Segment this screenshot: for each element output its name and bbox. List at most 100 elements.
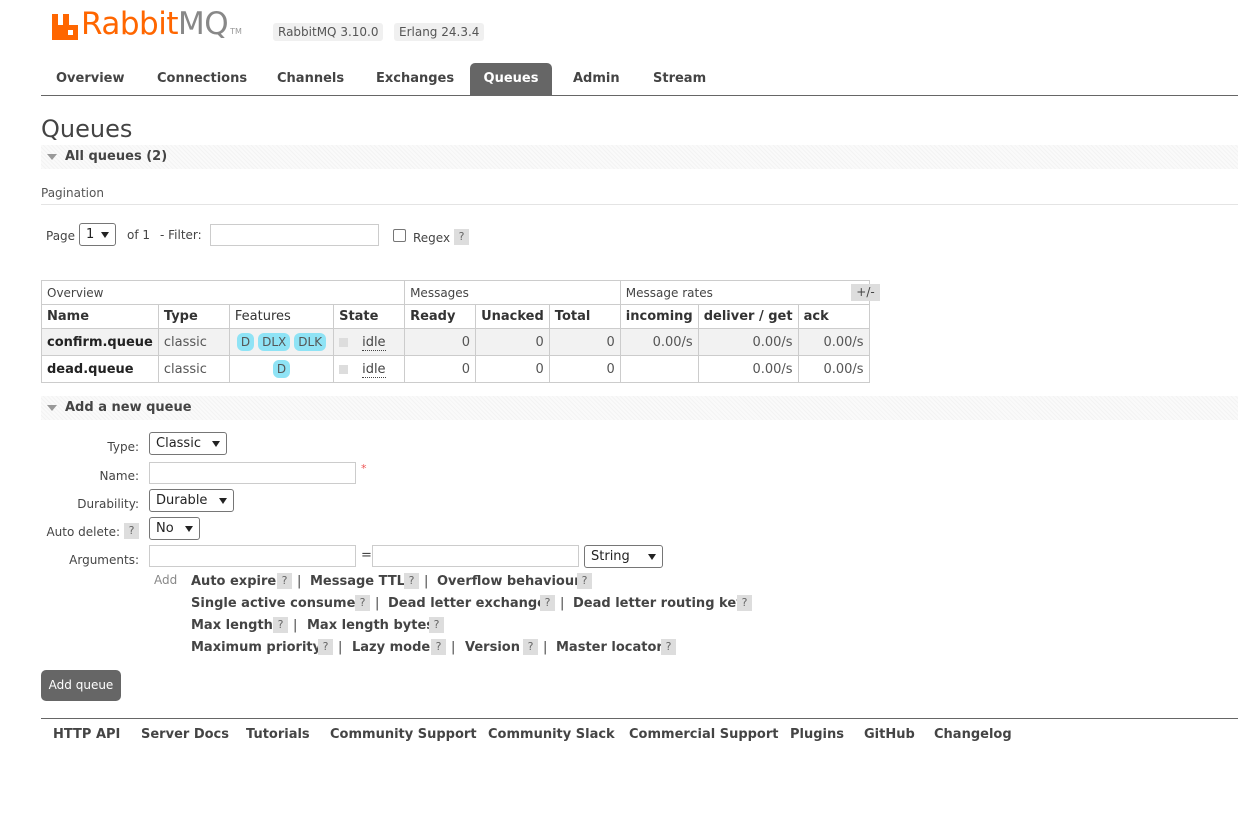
argument-type-select[interactable]: String — [584, 545, 663, 568]
dead-letter-routing-key-help-icon[interactable]: ? — [737, 595, 752, 611]
queue-incoming-rate — [619, 355, 699, 383]
footer-link-http-api[interactable]: HTTP API — [53, 727, 120, 742]
footer-link-community-support[interactable]: Community Support — [330, 727, 477, 742]
durability-select[interactable]: Durable — [149, 489, 234, 512]
option-lazy-mode[interactable]: Lazy mode — [352, 640, 430, 655]
table-row[interactable]: dead.queue classic D idle 0 0 0 0.00/s 0… — [41, 355, 870, 383]
option-maximum-priority[interactable]: Maximum priority — [191, 640, 321, 655]
col-state[interactable]: State — [333, 304, 406, 329]
option-master-locator[interactable]: Master locator — [556, 640, 663, 655]
regex-checkbox[interactable] — [393, 229, 406, 242]
footer-link-plugins[interactable]: Plugins — [790, 727, 844, 742]
tab-exchanges[interactable]: Exchanges — [364, 63, 466, 95]
queue-features: D DLX DLK — [228, 328, 335, 356]
auto-expire-help-icon[interactable]: ? — [277, 573, 292, 589]
table-row[interactable]: confirm.queue classic D DLX DLK idle 0 0 0… — [41, 328, 870, 356]
logo-trademark: TM — [230, 27, 242, 36]
option-max-length[interactable]: Max length — [191, 618, 273, 633]
auto-delete-select[interactable]: No — [149, 517, 200, 540]
erlang-version-badge: Erlang 24.3.4 — [394, 23, 485, 41]
footer-link-changelog[interactable]: Changelog — [934, 727, 1012, 742]
queue-name-link[interactable]: dead.queue — [41, 355, 159, 383]
filter-input[interactable] — [210, 224, 379, 246]
tab-stream[interactable]: Stream — [641, 63, 718, 95]
max-length-help-icon[interactable]: ? — [273, 617, 288, 633]
master-locator-help-icon[interactable]: ? — [661, 639, 676, 655]
queue-ack-rate: 0.00/s — [797, 328, 870, 356]
queue-name-link[interactable]: confirm.queue — [41, 328, 159, 356]
footer-link-community-slack[interactable]: Community Slack — [488, 727, 615, 742]
argument-key-input[interactable] — [149, 545, 356, 567]
main-nav-tabs: Overview Connections Channels Exchanges … — [41, 63, 1238, 96]
option-single-active-consumer[interactable]: Single active consumer — [191, 596, 362, 611]
tab-admin[interactable]: Admin — [561, 63, 632, 95]
page-select[interactable]: 1 — [79, 223, 116, 246]
queues-table: Overview Messages Message rates Name Typ… — [40, 280, 870, 383]
argument-value-input[interactable] — [372, 545, 579, 567]
separator: | — [424, 574, 429, 589]
type-label: Type: — [107, 440, 139, 454]
col-name[interactable]: Name — [41, 304, 159, 329]
col-unacked[interactable]: Unacked — [475, 304, 550, 329]
separator: | — [375, 596, 380, 611]
single-active-consumer-help-icon[interactable]: ? — [355, 595, 370, 611]
all-queues-section-toggle[interactable]: All queues (2) — [41, 145, 1238, 169]
group-header-message-rates: Message rates — [619, 280, 870, 305]
queue-deliver-get-rate: 0.00/s — [697, 328, 799, 356]
option-dead-letter-exchange[interactable]: Dead letter exchange — [388, 596, 546, 611]
regex-help-icon[interactable]: ? — [454, 229, 469, 245]
option-auto-expire[interactable]: Auto expire — [191, 574, 276, 589]
collapse-triangle-icon — [47, 404, 57, 411]
lazy-mode-help-icon[interactable]: ? — [431, 639, 446, 655]
chevron-down-icon — [648, 554, 656, 560]
footer-link-github[interactable]: GitHub — [864, 727, 915, 742]
option-dead-letter-routing-key[interactable]: Dead letter routing key — [573, 596, 745, 611]
logo-wordmark: RabbitMQ — [81, 6, 229, 42]
toggle-columns-button[interactable]: +/- — [851, 284, 880, 301]
queue-type-select[interactable]: Classic — [149, 432, 227, 455]
col-ack[interactable]: ack — [797, 304, 870, 329]
option-max-length-bytes[interactable]: Max length bytes — [307, 618, 434, 633]
feature-badge-durable: D — [236, 333, 255, 351]
separator: | — [293, 618, 298, 633]
overflow-behaviour-help-icon[interactable]: ? — [577, 573, 592, 589]
col-ready[interactable]: Ready — [404, 304, 477, 329]
option-overflow-behaviour[interactable]: Overflow behaviour — [437, 574, 581, 589]
footer-link-commercial-support[interactable]: Commercial Support — [629, 727, 779, 742]
queue-ack-rate: 0.00/s — [797, 355, 870, 383]
tab-channels[interactable]: Channels — [265, 63, 356, 95]
name-label: Name: — [99, 469, 139, 483]
message-ttl-help-icon[interactable]: ? — [404, 573, 419, 589]
rabbitmq-version-badge: RabbitMQ 3.10.0 — [273, 23, 384, 41]
tab-overview[interactable]: Overview — [44, 63, 137, 95]
queue-unacked: 0 — [475, 355, 550, 383]
maximum-priority-help-icon[interactable]: ? — [318, 639, 333, 655]
collapse-triangle-icon — [47, 153, 57, 160]
footer-link-tutorials[interactable]: Tutorials — [246, 727, 310, 742]
col-total[interactable]: Total — [548, 304, 621, 329]
auto-delete-label: Auto delete: — [46, 525, 120, 539]
add-queue-button[interactable]: Add queue — [41, 670, 121, 701]
queue-ready: 0 — [404, 355, 477, 383]
version-help-icon[interactable]: ? — [523, 639, 538, 655]
option-message-ttl[interactable]: Message TTL — [310, 574, 405, 589]
queue-ready: 0 — [404, 328, 477, 356]
tab-queues[interactable]: Queues — [470, 63, 552, 95]
filter-label: - Filter: — [160, 228, 202, 242]
footer-link-server-docs[interactable]: Server Docs — [141, 727, 229, 742]
dead-letter-exchange-help-icon[interactable]: ? — [540, 595, 555, 611]
auto-delete-help-icon[interactable]: ? — [124, 523, 139, 539]
queue-unacked: 0 — [475, 328, 550, 356]
separator: | — [451, 640, 456, 655]
col-incoming[interactable]: incoming — [619, 304, 699, 329]
divider — [41, 204, 1238, 205]
col-deliver-get[interactable]: deliver / get — [697, 304, 799, 329]
queue-name-input[interactable] — [149, 462, 356, 484]
max-length-bytes-help-icon[interactable]: ? — [429, 617, 444, 633]
option-version[interactable]: Version — [465, 640, 520, 655]
col-type[interactable]: Type — [157, 304, 230, 329]
add-queue-section-toggle[interactable]: Add a new queue — [41, 396, 1238, 420]
durability-label: Durability: — [77, 497, 139, 511]
tab-connections[interactable]: Connections — [145, 63, 259, 95]
queue-state: idle — [333, 328, 406, 356]
